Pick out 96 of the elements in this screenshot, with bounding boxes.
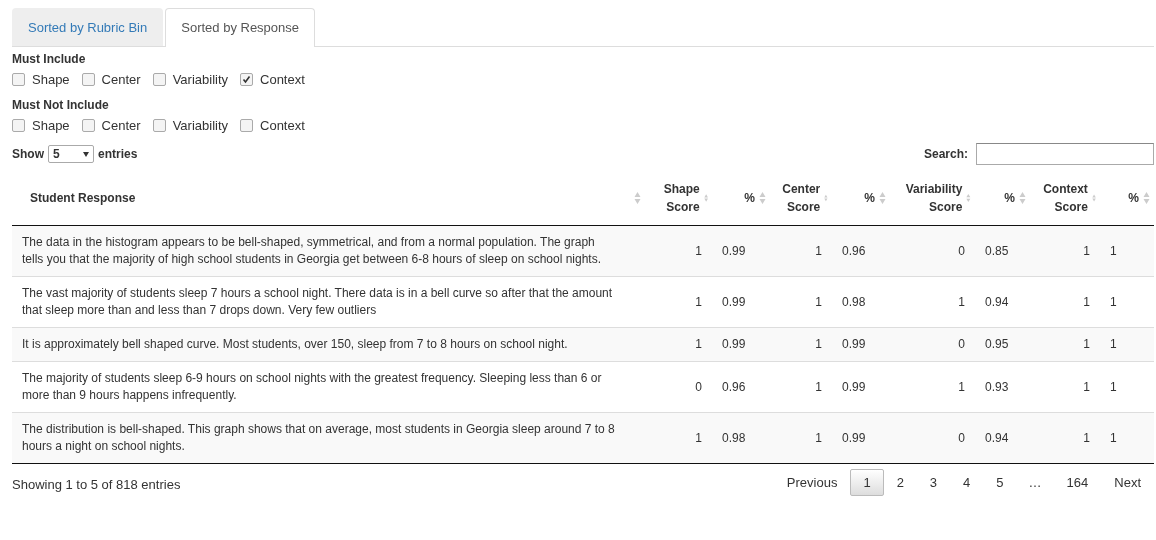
checkbox-label: Shape — [32, 72, 70, 87]
table-cell: 0.99 — [842, 379, 866, 394]
table-cell: 1 — [1083, 243, 1090, 258]
table-cell: 0.93 — [985, 379, 1009, 394]
response-text: The distribution is bell-shaped. This graph shows that on average, most students in Georgia sleep around 7 to 8 hours a night on school nights. — [22, 422, 615, 453]
table-cell: 1 — [1110, 294, 1117, 309]
filter-heading: Must Not Include — [12, 98, 109, 112]
page-nav-link[interactable]: Previous — [773, 469, 851, 496]
table-cell: 1 — [815, 379, 822, 394]
entries-info: Showing 1 to 5 of 818 entries — [12, 476, 181, 492]
checkbox-label: Context — [260, 118, 305, 133]
table-cell: 1 — [815, 243, 822, 258]
table-cell: 0.95 — [985, 337, 1009, 351]
column-header[interactable]: Student Response — [30, 189, 136, 207]
table-cell: 0 — [958, 430, 965, 445]
tab[interactable]: Sorted by Rubric Bin — [12, 8, 164, 46]
checkbox-label: Center — [101, 118, 141, 133]
table-cell: 0.85 — [985, 243, 1009, 258]
response-text: The majority of students sleep 6-9 hours on school nights with the greatest frequency. Sleeping less than 6 or more than 9 hours happens infrequently. — [22, 371, 602, 402]
show-label: Show — [12, 147, 44, 161]
tab[interactable]: Sorted by Response — [165, 8, 316, 47]
table-cell: 0.98 — [722, 430, 746, 445]
sort-icon — [634, 191, 641, 205]
table-cell: 1 — [1083, 379, 1090, 394]
column-header[interactable]: Shape Score — [655, 180, 700, 216]
page-link[interactable]: 2 — [883, 469, 917, 496]
search-label: Search: — [923, 147, 968, 161]
entries-dropdown[interactable]: 5 — [48, 145, 94, 163]
table-cell: 1 — [1110, 337, 1117, 351]
sort-icon — [759, 191, 766, 205]
page-link[interactable]: 1 — [850, 469, 884, 496]
checkbox[interactable] — [152, 119, 166, 132]
column-header[interactable]: % — [744, 189, 755, 207]
caret-icon — [83, 151, 89, 157]
table-cell: 1 — [1110, 379, 1117, 394]
search-field[interactable] — [976, 143, 1154, 165]
table-cell: 0.94 — [985, 430, 1009, 445]
column-header[interactable]: Context Score — [1040, 180, 1088, 216]
table-cell: 0 — [958, 243, 965, 258]
sort-icon — [879, 191, 886, 205]
table-cell: 1 — [695, 294, 702, 309]
table-cell: 1 — [815, 294, 822, 309]
checkbox-label: Context — [260, 72, 305, 87]
response-text: The vast majority of students sleep 7 hours a school night. There data is in a bell curve so after that the amount that sleep more than and less than 7 drops down. Very few outliers — [22, 286, 613, 317]
checkbox[interactable] — [81, 73, 95, 86]
entries-label: entries — [98, 147, 138, 161]
sort-icon — [1143, 191, 1150, 205]
column-header[interactable]: % — [1128, 189, 1139, 207]
table-cell: 1 — [1110, 243, 1117, 258]
table-cell: 1 — [1083, 294, 1090, 309]
checkbox[interactable] — [152, 73, 166, 86]
table-cell: 1 — [958, 294, 965, 309]
ellipsis: … — [1027, 474, 1043, 492]
table-cell: 0.99 — [722, 294, 746, 309]
page-link[interactable]: 5 — [983, 469, 1017, 496]
table-cell: 1 — [1110, 430, 1117, 445]
sort-icon — [1019, 191, 1026, 205]
table-cell: 0.99 — [722, 337, 746, 351]
checkbox-label: Center — [101, 72, 141, 87]
page-link[interactable]: 3 — [916, 469, 951, 496]
table-cell: 1 — [958, 379, 965, 394]
response-text: It is approximately bell shaped curve. Most students, over 150, sleep from 7 to 8 hours on school night. — [22, 337, 568, 351]
table-cell: 0.98 — [842, 294, 866, 309]
page-link[interactable]: 4 — [950, 469, 984, 496]
checkbox[interactable] — [240, 119, 253, 132]
column-header[interactable]: Center Score — [780, 180, 821, 216]
column-header[interactable]: % — [864, 189, 875, 207]
table-cell: 1 — [695, 430, 702, 445]
table-cell: 1 — [1083, 337, 1090, 351]
page-link[interactable]: 164 — [1053, 469, 1102, 496]
response-text: The data in the histogram appears to be bell-shaped, symmetrical, and from a normal population. The graph tells you that the majority of high school students in Georgia get between 6-8 hours of sleep on school nights. — [22, 235, 601, 266]
table-cell: 0.99 — [722, 243, 746, 258]
checkbox[interactable] — [81, 119, 95, 132]
table-cell: 0.94 — [985, 294, 1009, 309]
table-cell: 0 — [958, 337, 965, 351]
column-header[interactable]: % — [1004, 189, 1015, 207]
checkbox-label: Variability — [172, 118, 228, 133]
table-cell: 0 — [695, 379, 702, 394]
table-cell: 0.99 — [842, 337, 866, 351]
filter-heading: Must Include — [12, 52, 86, 66]
checkbox[interactable] — [240, 73, 253, 86]
table-cell: 1 — [695, 337, 702, 351]
table-cell: 0.96 — [722, 379, 746, 394]
checkbox[interactable] — [12, 73, 25, 86]
table-cell: 1 — [815, 430, 822, 445]
table-cell: 0.99 — [842, 430, 866, 445]
checkbox-label: Shape — [32, 118, 70, 133]
table-cell: 1 — [1083, 430, 1090, 445]
table-cell: 1 — [695, 243, 702, 258]
sort-icon — [966, 191, 971, 205]
checkbox[interactable] — [12, 119, 25, 132]
table-cell: 0.96 — [842, 243, 866, 258]
table-cell: 1 — [815, 337, 822, 351]
page-nav-link[interactable]: Next — [1101, 469, 1154, 496]
checkbox-label: Variability — [172, 72, 228, 87]
column-header[interactable]: Variability Score — [900, 180, 963, 216]
